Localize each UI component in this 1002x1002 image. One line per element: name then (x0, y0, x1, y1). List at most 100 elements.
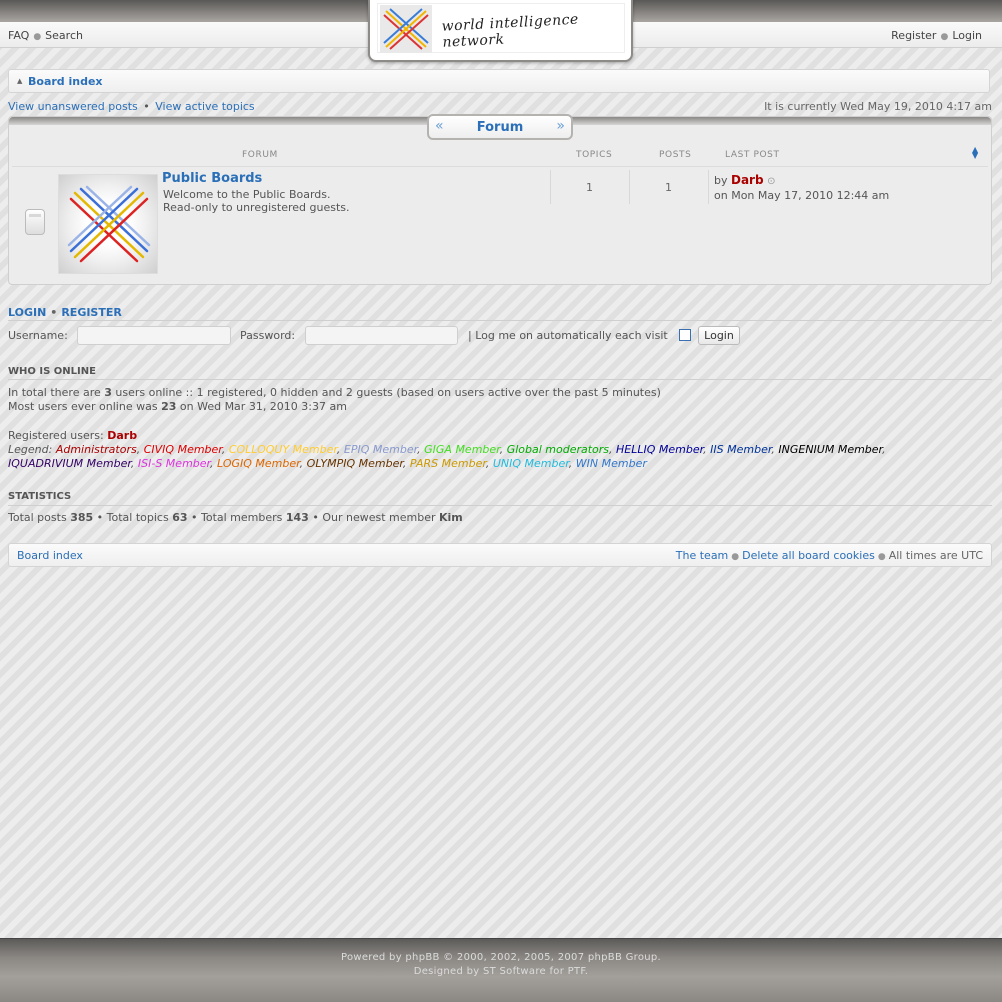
group-legend-cont: IQUADRIVIUM Member, ISI-S Member, LOGIQ … (8, 457, 647, 470)
login-title-link[interactable]: LOGIN (8, 306, 46, 319)
legend-comma: , (336, 443, 344, 456)
last-post-user-link[interactable]: Darb (731, 173, 764, 187)
divider (8, 320, 992, 321)
legend-group-link[interactable]: PARS Member (410, 457, 486, 470)
legend-groups: IQUADRIVIUM Member, ISI-S Member, LOGIQ … (8, 457, 647, 470)
search-link[interactable]: Search (45, 29, 83, 42)
record-count: 23 (161, 400, 177, 413)
footer-designed-by: Designed by ST Software for PTF. (413, 966, 589, 977)
forum-title-link[interactable]: Public Boards (162, 171, 262, 186)
bullet-icon: • (50, 306, 58, 319)
forum-logo-icon (67, 185, 151, 263)
login-link[interactable]: Login (952, 29, 982, 42)
stat-label: Our newest member (322, 511, 436, 524)
column-divider (708, 170, 709, 204)
password-input[interactable] (305, 326, 458, 345)
online-summary: In total there are 3 users online :: 1 r… (8, 386, 661, 399)
stat-value: 385 (70, 511, 94, 524)
legend-group-link[interactable]: WIN Member (576, 457, 647, 470)
stat-label: Total posts (8, 511, 67, 524)
legend-label: Legend: (8, 443, 53, 456)
username-input[interactable] (77, 326, 231, 345)
registered-label: Registered users: (8, 429, 104, 442)
stat-value: 143 (285, 511, 309, 524)
record-text: Most users ever online was (8, 400, 158, 413)
legend-group-link[interactable]: UNIQ Member (493, 457, 569, 470)
board-index-link[interactable]: Board index (17, 549, 83, 562)
forum-desc-line: Welcome to the Public Boards. (163, 188, 331, 201)
online-text: In total there are (8, 386, 101, 399)
legend-group-link[interactable]: ISI-S Member (138, 457, 210, 470)
legend-group-link[interactable]: CIVIQ Member (144, 443, 222, 456)
delete-cookies-link[interactable]: Delete all board cookies (742, 549, 875, 562)
legend-group-link[interactable]: IIS Member (710, 443, 771, 456)
legend-group-link[interactable]: HELLIQ Member (616, 443, 703, 456)
header-forum: FORUM (242, 150, 278, 160)
registered-user-link[interactable]: Darb (107, 429, 137, 442)
column-divider (550, 170, 551, 204)
legend-group-link[interactable]: GIGA Member (424, 443, 500, 456)
header-posts: POSTS (659, 150, 692, 160)
newest-member-link[interactable]: Kim (439, 511, 463, 524)
legend-group-link[interactable]: INGENIUM Member (778, 443, 882, 456)
legend-group-link[interactable]: IQUADRIVIUM Member (8, 457, 131, 470)
legend-group-link[interactable]: OLYMPIQ Member (307, 457, 403, 470)
logo-mark-icon (380, 5, 432, 53)
goto-post-icon[interactable]: ⊙ (767, 176, 775, 187)
forum-image (58, 174, 158, 274)
login-button[interactable]: Login (698, 326, 740, 345)
online-text: users online :: 1 registered, 0 hidden a… (115, 386, 661, 399)
forum-read-icon (25, 209, 45, 235)
timezone-note: All times are UTC (888, 549, 983, 562)
last-post-by: by (714, 174, 728, 187)
legend-group-link[interactable]: LOGIQ Member (217, 457, 300, 470)
faq-link[interactable]: FAQ (8, 29, 29, 42)
forum-description: Welcome to the Public Boards. Read-only … (163, 188, 349, 214)
bottom-nav: Board index The team ● Delete all board co… (8, 543, 992, 567)
board-index-link[interactable]: Board index (28, 75, 103, 88)
register-title-link[interactable]: REGISTER (61, 306, 122, 319)
header-last-post: LAST POST (725, 150, 780, 160)
legend-comma: , (299, 457, 307, 470)
legend-comma: , (485, 457, 493, 470)
legend-group-link[interactable]: Global moderators (507, 443, 609, 456)
bullet-icon: ● (877, 552, 886, 562)
divider (8, 505, 992, 506)
legend-group-link[interactable]: EPIQ Member (344, 443, 417, 456)
active-topics-link[interactable]: View active topics (155, 100, 254, 113)
statistics-title: STATISTICS (8, 491, 72, 502)
unanswered-posts-link[interactable]: View unanswered posts (8, 100, 138, 113)
legend-comma: , (136, 443, 144, 456)
legend-comma: , (609, 443, 617, 456)
team-link[interactable]: The team (676, 549, 729, 562)
legend-group-link[interactable]: COLLOQUY Member (229, 443, 337, 456)
statistics-line: Total posts 385 • Total topics 63 • Tota… (8, 511, 463, 524)
record-text: on Wed Mar 31, 2010 3:37 am (179, 400, 347, 413)
last-post-date: on Mon May 17, 2010 12:44 am (714, 189, 890, 202)
forum-category-label: Forum (476, 120, 524, 135)
triangle-up-icon: ▲ (17, 77, 23, 85)
site-logo[interactable]: world intelligence network (368, 0, 633, 62)
header-divider (12, 166, 988, 167)
last-post-info: by Darb ⊙ on Mon May 17, 2010 12:44 am (714, 173, 889, 203)
logo-frame: world intelligence network (377, 3, 625, 53)
legend-group-link[interactable]: Administrators (56, 443, 137, 456)
online-count: 3 (104, 386, 112, 399)
separator: • (143, 100, 150, 113)
bullet-icon: ● (940, 32, 949, 42)
quick-links: View unanswered posts • View active topi… (8, 100, 255, 113)
footer-powered-by: Powered by phpBB © 2000, 2002, 2005, 200… (340, 952, 662, 963)
register-link[interactable]: Register (891, 29, 936, 42)
auto-login-checkbox[interactable] (679, 329, 691, 341)
registered-users: Registered users: Darb (8, 429, 137, 442)
forum-desc-line: Read-only to unregistered guests. (163, 201, 350, 214)
logo-text: world intelligence network (441, 11, 580, 51)
bullet-icon: ● (731, 552, 740, 562)
password-label: Password: (240, 329, 296, 342)
header-topics: TOPICS (576, 150, 613, 160)
sort-arrows-icon[interactable]: ▲ ▼ (972, 146, 978, 160)
login-heading: LOGIN • REGISTER (8, 306, 122, 319)
page-footer: Powered by phpBB © 2000, 2002, 2005, 200… (0, 938, 1002, 1002)
topics-count: 1 (586, 181, 593, 194)
legend-comma: , (402, 457, 410, 470)
